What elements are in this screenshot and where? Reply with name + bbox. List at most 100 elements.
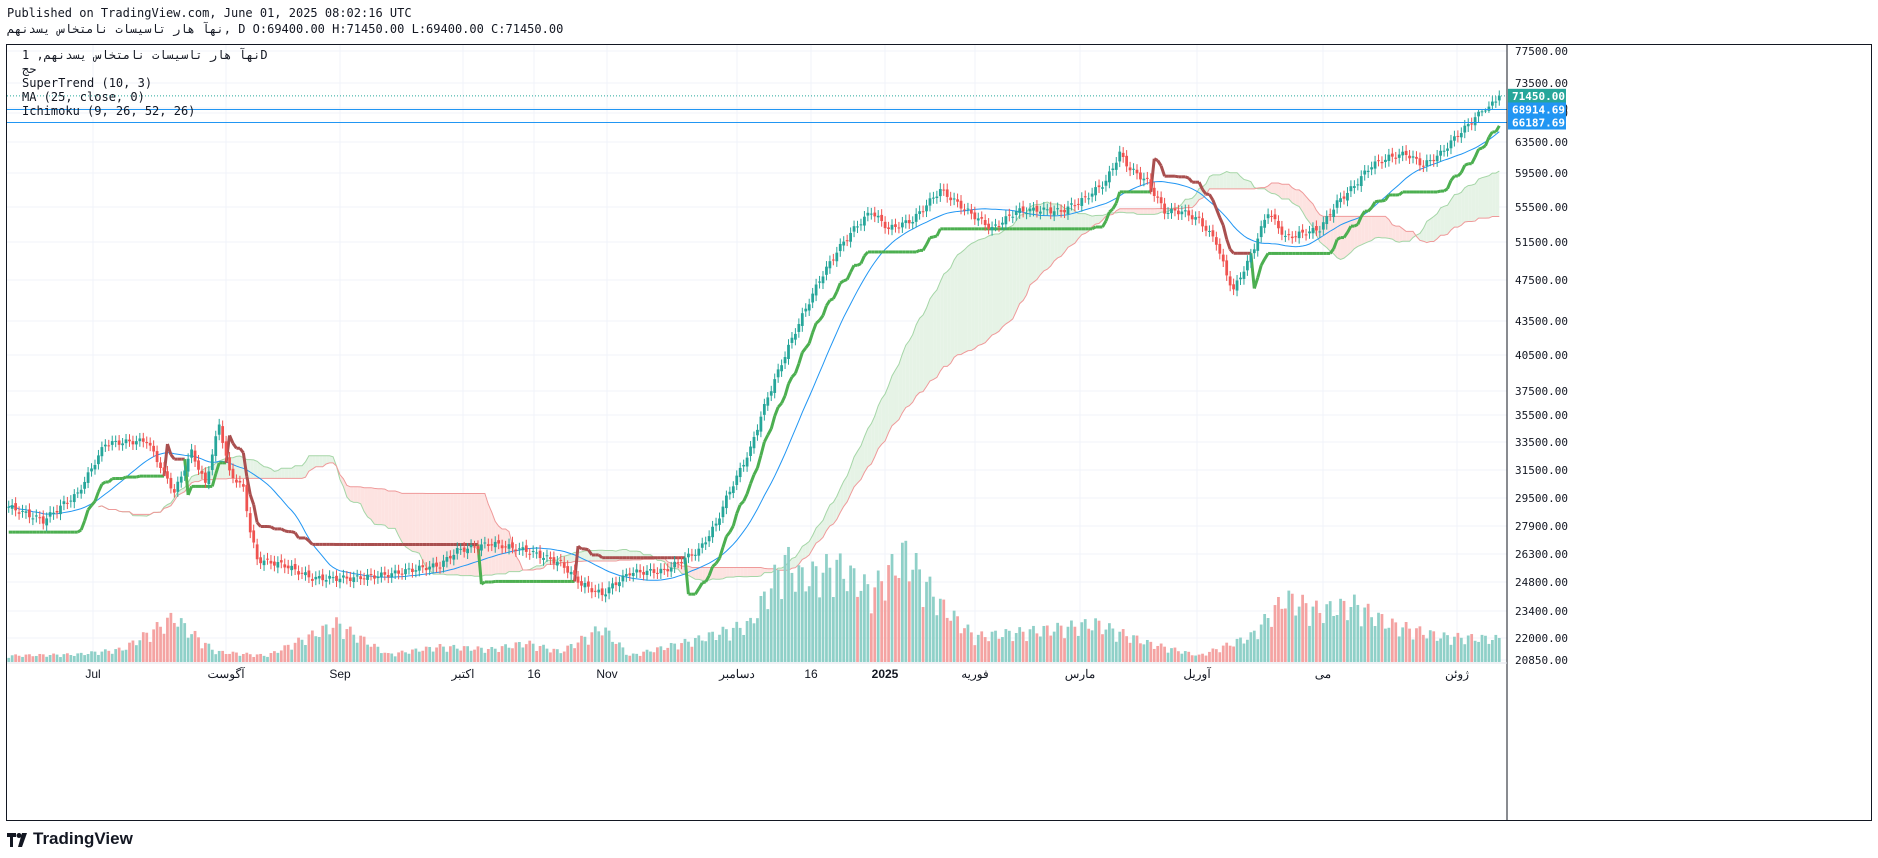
ichimoku-cloud-segment bbox=[978, 239, 982, 346]
ichimoku-cloud-segment bbox=[1185, 199, 1189, 208]
ichimoku-cloud-segment bbox=[1354, 216, 1358, 249]
volume-bar bbox=[72, 655, 76, 662]
ichimoku-cloud-segment bbox=[902, 345, 906, 413]
candle-body bbox=[1211, 230, 1215, 237]
candle-body bbox=[193, 450, 197, 462]
supertrend-segment bbox=[1459, 164, 1467, 174]
ichimoku-cloud-segment bbox=[446, 493, 451, 575]
candle-body bbox=[228, 457, 231, 471]
candle-body bbox=[55, 511, 59, 513]
supertrend-segment bbox=[783, 383, 790, 397]
price-chart[interactable]: 77500.0073500.0069500.0067500.0063500.00… bbox=[7, 45, 1871, 820]
candle-body bbox=[186, 458, 190, 472]
candle-body bbox=[1052, 211, 1056, 216]
ichimoku-cloud-segment bbox=[1226, 171, 1231, 189]
legend-ma[interactable]: MA (25, close, 0) bbox=[22, 90, 145, 104]
ichimoku-cloud-segment bbox=[384, 489, 389, 529]
candle-body bbox=[1111, 168, 1115, 171]
volume-bar bbox=[759, 596, 763, 662]
volume-bar bbox=[1059, 625, 1063, 662]
candle-body bbox=[683, 557, 687, 564]
legend-ichimoku[interactable]: Ichimoku (9, 26, 52, 26) bbox=[22, 104, 195, 118]
supertrend-segment bbox=[107, 477, 114, 484]
ichimoku-cloud-segment bbox=[264, 466, 268, 479]
supertrend-segment bbox=[745, 483, 752, 495]
candle-body bbox=[1114, 162, 1118, 170]
volume-bar bbox=[818, 597, 821, 662]
volume-bar bbox=[752, 623, 756, 662]
candle-body bbox=[656, 572, 659, 574]
ichimoku-cloud-segment bbox=[1057, 204, 1062, 258]
volume-bar bbox=[1346, 620, 1349, 662]
volume-bar bbox=[28, 654, 31, 662]
candle-body bbox=[769, 391, 773, 396]
candle-body bbox=[352, 577, 356, 582]
candle-body bbox=[559, 559, 563, 561]
candle-body bbox=[93, 464, 97, 470]
candle-body bbox=[762, 403, 766, 415]
supertrend-segment bbox=[777, 402, 783, 409]
candle-body bbox=[1101, 187, 1104, 189]
price-tick-label: 26300.00 bbox=[1515, 548, 1568, 561]
volume-bar bbox=[887, 565, 890, 662]
volume-bar bbox=[1111, 628, 1115, 662]
volume-bar bbox=[1156, 645, 1160, 662]
volume-bar bbox=[1418, 626, 1422, 662]
volume-bar bbox=[894, 575, 897, 662]
candle-body bbox=[687, 553, 690, 558]
volume-bar bbox=[259, 653, 262, 662]
candle-body bbox=[221, 426, 225, 443]
volume-bar bbox=[1283, 608, 1287, 662]
candle-body bbox=[1477, 111, 1480, 117]
candle-body bbox=[600, 588, 604, 596]
volume-bar bbox=[725, 629, 728, 662]
ichimoku-cloud-segment bbox=[929, 293, 934, 381]
volume-bar bbox=[1163, 646, 1166, 662]
ichimoku-cloud-segment bbox=[1295, 189, 1300, 207]
supertrend-segment bbox=[1446, 179, 1453, 190]
volume-bar bbox=[628, 655, 632, 662]
candle-body bbox=[1087, 198, 1091, 200]
candle-body bbox=[1125, 155, 1129, 167]
ichimoku-cloud-segment bbox=[315, 455, 320, 467]
volume-bar bbox=[814, 566, 818, 662]
legend-supertrend[interactable]: SuperTrend (10, 3) bbox=[22, 76, 152, 90]
volume-bar bbox=[386, 653, 390, 662]
volume-bar bbox=[811, 561, 815, 662]
supertrend-segment bbox=[1484, 136, 1491, 147]
volume-bar bbox=[552, 648, 556, 662]
ichimoku-cloud-segment bbox=[1030, 205, 1034, 285]
chart-frame[interactable]: 77500.0073500.0069500.0067500.0063500.00… bbox=[6, 44, 1872, 821]
candle-body bbox=[825, 266, 828, 275]
candle-body bbox=[876, 215, 880, 218]
ichimoku-cloud-segment bbox=[353, 486, 358, 503]
volume-bar bbox=[1232, 646, 1235, 662]
candle-body bbox=[269, 560, 273, 564]
volume-bar bbox=[531, 643, 535, 662]
ichimoku-cloud-segment bbox=[1461, 187, 1465, 226]
volume-bar bbox=[1342, 600, 1346, 662]
volume-bar bbox=[241, 654, 245, 662]
volume-bar bbox=[721, 626, 725, 662]
price-tick-label: 20850.00 bbox=[1515, 654, 1568, 667]
candle-body bbox=[538, 550, 542, 559]
candle-body bbox=[1463, 125, 1467, 133]
candle-body bbox=[435, 562, 438, 567]
volume-bar bbox=[907, 581, 911, 662]
candle-body bbox=[1294, 236, 1298, 238]
supertrend-segment bbox=[807, 332, 815, 344]
ichimoku-cloud-segment bbox=[905, 340, 910, 408]
tradingview-brand[interactable]: TradingView bbox=[7, 829, 133, 849]
candle-body bbox=[1218, 243, 1222, 254]
candle-body bbox=[662, 568, 666, 570]
candle-body bbox=[535, 552, 539, 554]
candle-body bbox=[238, 480, 242, 483]
candle-body bbox=[259, 557, 262, 564]
time-axis-label: آوریل bbox=[1183, 666, 1211, 681]
ichimoku-cloud-segment bbox=[1095, 215, 1100, 225]
volume-bar bbox=[1018, 627, 1022, 662]
candle-body bbox=[241, 484, 245, 487]
candle-body bbox=[497, 540, 501, 544]
ichimoku-cloud-segment bbox=[947, 267, 951, 367]
candle-body bbox=[621, 575, 625, 582]
